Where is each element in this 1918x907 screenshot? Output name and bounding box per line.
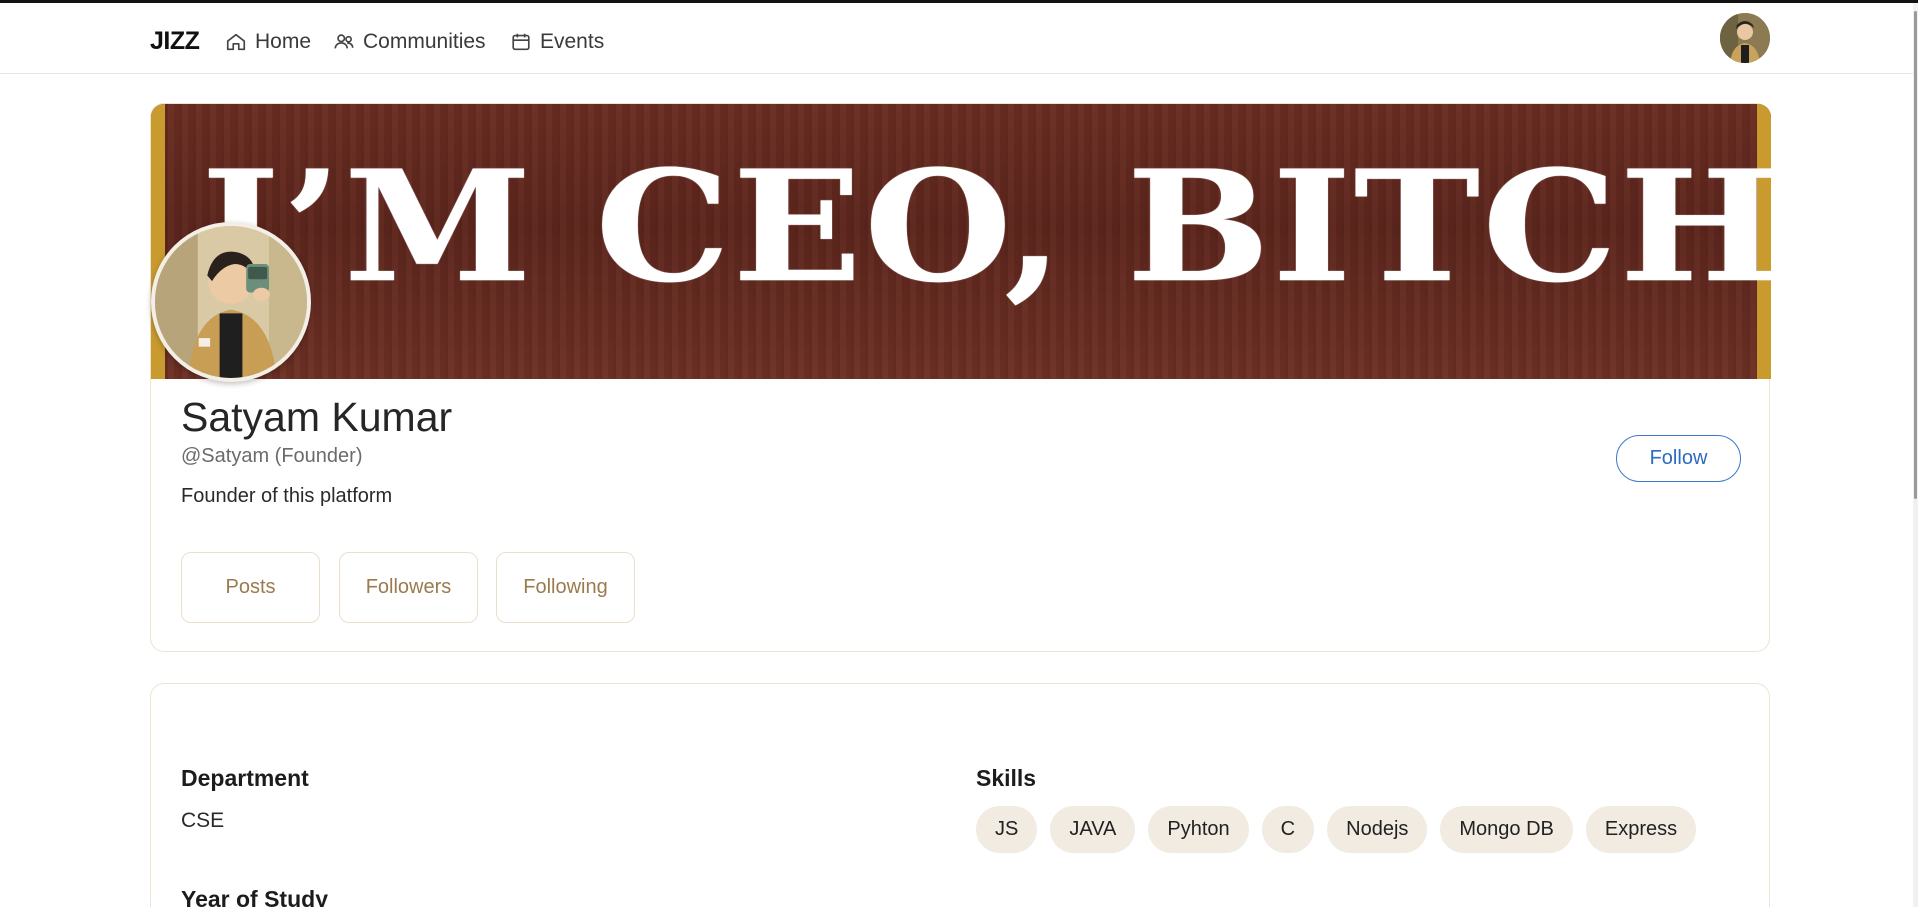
top-navbar: JIZZ Home Communities Events bbox=[0, 3, 1913, 74]
skills-heading: Skills bbox=[976, 765, 1037, 791]
skills-list: JS JAVA Pyhton C Nodejs Mongo DB Express bbox=[976, 806, 1697, 853]
profile-details-card: Department CSE Skills JS JAVA Pyhton C N… bbox=[150, 683, 1770, 907]
profile-handle: @Satyam (Founder) bbox=[181, 445, 363, 467]
skill-chip: Express bbox=[1585, 806, 1697, 853]
page-scrollbar-thumb[interactable] bbox=[1914, 11, 1917, 499]
stat-posts-button[interactable]: Posts bbox=[181, 552, 320, 623]
department-value: CSE bbox=[181, 809, 225, 832]
department-heading: Department bbox=[181, 765, 309, 791]
home-icon bbox=[226, 33, 246, 51]
nav-link-events-label: Events bbox=[540, 30, 605, 53]
profile-avatar-image bbox=[155, 226, 307, 378]
nav-link-home-label: Home bbox=[255, 30, 312, 53]
calendar-icon bbox=[512, 33, 530, 51]
profile-name: Satyam Kumar bbox=[181, 394, 453, 440]
nav-link-events[interactable]: Events bbox=[510, 27, 604, 57]
follow-button[interactable]: Follow bbox=[1616, 435, 1741, 482]
skill-chip: Nodejs bbox=[1327, 806, 1428, 853]
profile-avatar[interactable] bbox=[151, 222, 311, 382]
avatar-image bbox=[1720, 13, 1770, 63]
stat-followers-button[interactable]: Followers bbox=[339, 552, 478, 623]
nav-link-communities[interactable]: Communities bbox=[333, 27, 486, 57]
profile-banner: I’M CEO, BITCH bbox=[151, 104, 1771, 379]
banner-text: I’M CEO, BITCH bbox=[201, 137, 1771, 317]
skill-chip: Mongo DB bbox=[1440, 806, 1573, 853]
stat-following-button[interactable]: Following bbox=[496, 552, 635, 623]
skill-chip: Pyhton bbox=[1148, 806, 1249, 853]
nav-link-home[interactable]: Home bbox=[225, 27, 311, 57]
profile-card: I’M CEO, BITCH Satyam Kumar @Satyam (Fou… bbox=[150, 103, 1771, 652]
nav-link-communities-label: Communities bbox=[363, 30, 486, 53]
user-avatar[interactable] bbox=[1720, 13, 1770, 63]
brand-logo[interactable]: JIZZ bbox=[150, 27, 200, 56]
skill-chip: C bbox=[1261, 806, 1315, 853]
skill-chip: JS bbox=[976, 806, 1038, 853]
users-icon bbox=[334, 34, 354, 49]
skill-chip: JAVA bbox=[1050, 806, 1136, 853]
profile-bio: Founder of this platform bbox=[181, 485, 393, 507]
year-of-study-heading: Year of Study bbox=[181, 886, 328, 907]
